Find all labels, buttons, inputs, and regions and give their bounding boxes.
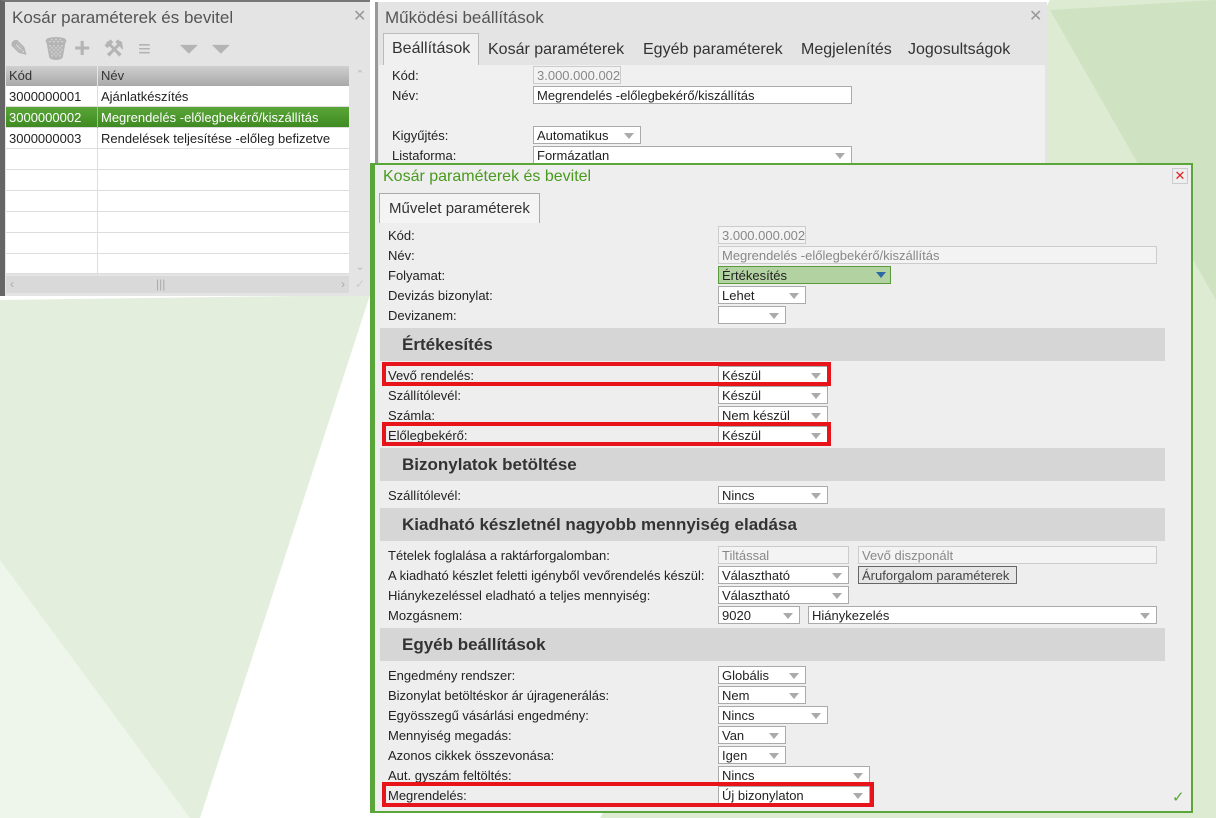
hianykezeles-select[interactable]: Választható xyxy=(718,586,849,604)
panel-title: Működési beállítások xyxy=(385,8,544,27)
filter-icon[interactable]: ⏷ xyxy=(180,36,198,62)
table-row-empty xyxy=(6,233,349,254)
osszevonas-select[interactable]: Igen xyxy=(718,746,786,764)
tab-muvelet-parameterek[interactable]: Művelet paraméterek xyxy=(379,193,540,223)
menu-icon[interactable]: ≡ xyxy=(138,36,151,62)
mennyiseg-megadas-select[interactable]: Van xyxy=(718,726,786,744)
label: Devizás bizonylat: xyxy=(388,288,493,303)
tab-beallitasok[interactable]: Beállítások xyxy=(383,33,480,66)
cell-code: 3000000003 xyxy=(9,131,82,146)
highlight-box xyxy=(382,362,831,386)
cell-code: 3000000001 xyxy=(9,89,82,104)
filter-clear-icon[interactable]: ⏷ xyxy=(212,36,230,62)
table-row-selected[interactable]: 3000000002 Megrendelés -előlegbekérő/kisz… xyxy=(6,107,349,128)
check-icon[interactable]: ✓ xyxy=(1172,788,1185,806)
aruforgalom-parameterek-button[interactable]: Áruforgalom paraméterek xyxy=(858,566,1017,584)
column-header-nev[interactable]: Név xyxy=(98,66,349,86)
close-icon[interactable]: ✕ xyxy=(1029,6,1042,26)
column-header-kod[interactable]: Kód xyxy=(6,66,97,86)
label: Hiánykezeléssel eladható a teljes mennyi… xyxy=(388,588,651,603)
label: Aut. gyszám feltöltés: xyxy=(388,768,512,783)
label: Kód: xyxy=(388,228,415,243)
pencil-icon[interactable]: ✎ xyxy=(10,36,28,62)
trash-icon[interactable]: 🗑 xyxy=(42,36,70,62)
vevorendeles-keszul-select[interactable]: Választható xyxy=(718,566,849,584)
cell-code: 3000000002 xyxy=(9,110,82,125)
ar-ujragen-select[interactable]: Nem xyxy=(718,686,806,704)
engedmeny-rendszer-select[interactable]: Globális xyxy=(718,666,806,684)
vertical-scrollbar[interactable]: ⌃ ⌄ xyxy=(352,68,368,273)
cell-name: Rendelések teljesítése -előleg befizetve xyxy=(101,131,331,146)
tetelek-foglalasa-field: Tiltással xyxy=(718,546,849,564)
cell-name: Megrendelés -előlegbekérő/kiszállítás xyxy=(101,110,319,125)
chevron-down-icon xyxy=(876,272,886,278)
mozgasnem-code-select[interactable]: 9020 xyxy=(718,606,800,624)
label: Mozgásnem: xyxy=(388,608,463,623)
label: Név: xyxy=(392,88,419,103)
label: Bizonylat betöltéskor ár újragenerálás: xyxy=(388,688,610,703)
nev-field[interactable]: Megrendelés -előlegbekérő/kiszállítás xyxy=(533,86,852,104)
check-icon[interactable]: ✓ xyxy=(355,277,365,291)
label: Folyamat: xyxy=(388,268,446,283)
egyosszegu-engedmeny-select[interactable]: Nincs xyxy=(718,706,828,724)
plus-icon[interactable]: + xyxy=(74,32,90,64)
close-icon[interactable]: ✕ xyxy=(353,6,366,26)
tab-egyeb-parameterek[interactable]: Egyéb paraméterek xyxy=(643,41,783,59)
mozgasnem-name-select[interactable]: Hiánykezelés xyxy=(808,606,1157,624)
dialog-title: Kosár paraméterek és bevitel xyxy=(383,168,592,185)
label: Számla: xyxy=(388,408,435,423)
listaforma-select[interactable]: Formázatlan xyxy=(533,146,852,164)
kod-field: 3.000.000.002 xyxy=(718,226,806,244)
table-row-empty xyxy=(6,191,349,212)
cell-name: Ajánlatkészítés xyxy=(101,89,189,104)
devizanem-select[interactable] xyxy=(718,306,786,324)
table-row-empty xyxy=(6,254,349,275)
label: Azonos cikkek összevonása: xyxy=(388,748,555,763)
deviza-select[interactable]: Lehet xyxy=(718,286,806,304)
vevo-diszponalt-field: Vevő diszponált xyxy=(858,546,1157,564)
table-row-empty xyxy=(6,149,349,170)
panel-title: Kosár paraméterek és bevitel xyxy=(12,8,234,27)
tab-megjelenites[interactable]: Megjelenítés xyxy=(801,41,892,59)
tools-icon[interactable]: ⚒ xyxy=(104,36,124,62)
label: Devizanem: xyxy=(388,308,457,323)
tab-kosar-parameterek[interactable]: Kosár paraméterek xyxy=(488,41,624,59)
table-row[interactable]: 3000000003 Rendelések teljesítése -előleg… xyxy=(6,128,349,149)
highlight-box xyxy=(382,422,831,446)
highlight-box xyxy=(382,782,874,807)
label: Engedmény rendszer: xyxy=(388,668,516,683)
horizontal-scrollbar[interactable]: ‹ ||| › xyxy=(6,276,349,293)
label: Mennyiség megadás: xyxy=(388,728,512,743)
label: Listaforma: xyxy=(392,148,457,163)
label: Tételek foglalása a raktárforgalomban: xyxy=(388,548,610,563)
table-row-empty xyxy=(6,170,349,191)
label: Név: xyxy=(388,248,415,263)
szallitolevel-betoltes-select[interactable]: Nincs xyxy=(718,486,828,504)
tab-jogosultsagok[interactable]: Jogosultságok xyxy=(908,41,1010,59)
kigyujtes-select[interactable]: Automatikus xyxy=(533,126,641,144)
label: Egyösszegű vásárlási engedmény: xyxy=(388,708,589,723)
section-header: Egyéb beállítások xyxy=(380,628,1165,661)
label: Szállítólevél: xyxy=(388,488,461,503)
label: Kód: xyxy=(392,68,419,83)
section-header: Bizonylatok betöltése xyxy=(380,448,1165,481)
label: Kigyűjtés: xyxy=(392,128,449,143)
label: A kiadható készlet feletti igényből vevő… xyxy=(388,568,705,583)
kod-field: 3.000.000.002 xyxy=(533,66,621,84)
section-header: Kiadható készletnél nagyobb mennyiség el… xyxy=(380,508,1165,541)
table-row-empty xyxy=(6,212,349,233)
nev-field: Megrendelés -előlegbekérő/kiszállítás xyxy=(718,246,1157,264)
table-row[interactable]: 3000000001 Ajánlatkészítés xyxy=(6,86,349,107)
label: Szállítólevél: xyxy=(388,388,461,403)
close-icon[interactable]: ✕ xyxy=(1172,168,1188,184)
folyamat-select[interactable]: Értékesítés xyxy=(718,266,891,284)
szallitolevel-select[interactable]: Készül xyxy=(718,386,828,404)
section-header: Értékesítés xyxy=(380,328,1165,361)
